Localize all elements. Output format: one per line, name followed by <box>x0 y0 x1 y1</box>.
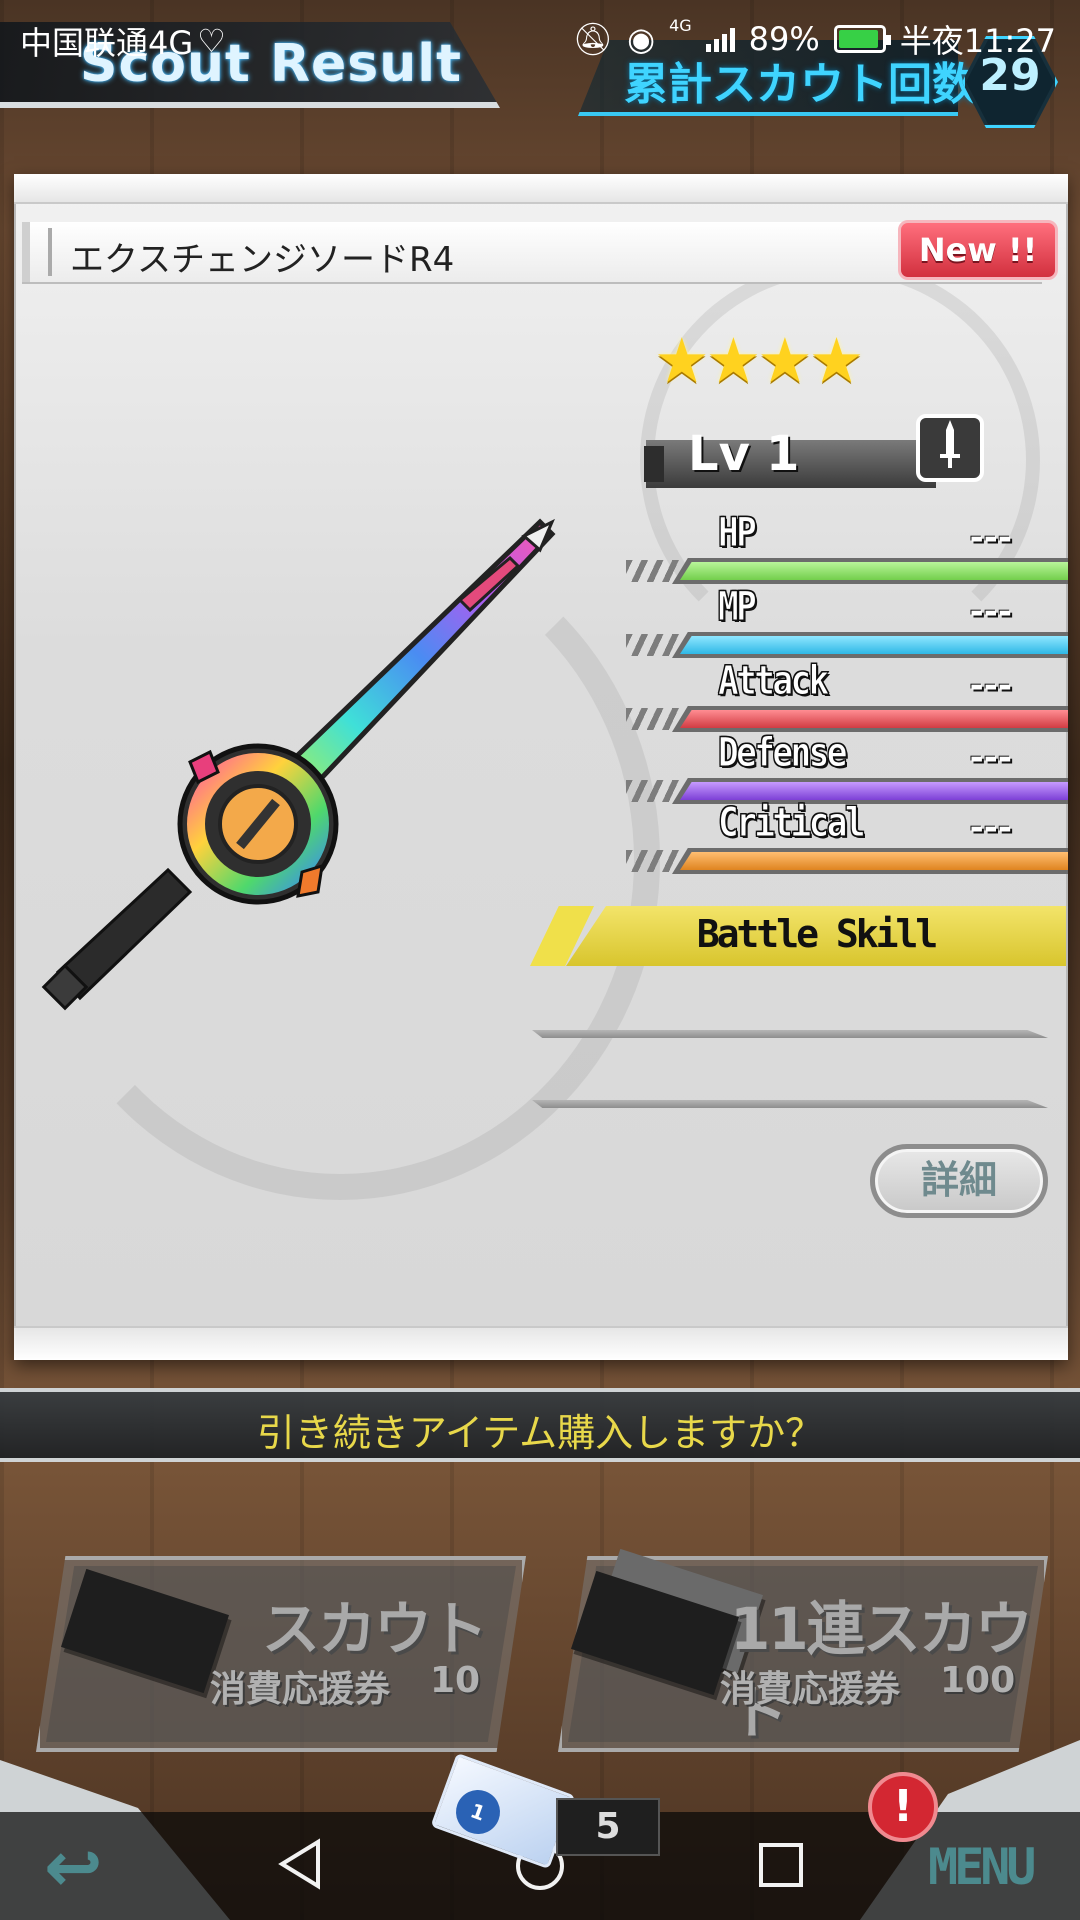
carrier-area: 中国联通4G ♡ <box>20 18 226 64</box>
nav-recents-icon[interactable] <box>758 1842 804 1892</box>
stat-value-critical: --- <box>969 808 1012 848</box>
scout-11-button-cost-label: 消費応援券 <box>720 1669 901 1710</box>
clock: 半夜11:27 <box>899 22 1056 60</box>
stat-value-mp: --- <box>969 592 1012 632</box>
sword-artwork <box>41 518 556 1011</box>
status-bar: 中国联通4G ♡ 🔕︎ ◉ 4G 89% 半夜11:27 <box>0 0 1080 72</box>
stat-fill-defense <box>680 782 1068 800</box>
sword-icon <box>916 414 984 482</box>
stat-row-defense: Defense --- <box>626 730 1068 810</box>
signal-icon <box>705 26 735 52</box>
prompt-text: 引き続きアイテム購入しますか？ <box>256 1411 824 1455</box>
scout-button-cost-value: 10 <box>430 1660 481 1701</box>
stat-value-defense: --- <box>969 738 1012 778</box>
scout-11-button-cost-value: 100 <box>940 1660 1016 1701</box>
stat-fill-critical <box>680 852 1068 870</box>
back-arrow-icon[interactable]: ↩ <box>44 1826 103 1908</box>
stat-value-attack: --- <box>969 666 1012 706</box>
rarity-stars: ★★★★ <box>654 324 864 397</box>
stat-value-hp: --- <box>969 518 1012 558</box>
heart-rate-icon: ♡ <box>197 22 226 60</box>
level-value: 1 <box>766 426 800 482</box>
scout-button-cost-label: 消費応援券 <box>210 1669 391 1710</box>
stat-row-mp: MP --- <box>626 584 1068 664</box>
level-bar-notch <box>644 446 664 482</box>
stat-label-hp: HP <box>718 510 758 557</box>
nav-back-icon[interactable] <box>276 1838 324 1894</box>
stat-fill-attack <box>680 710 1068 728</box>
menu-button[interactable]: MENU <box>928 1838 1036 1896</box>
card-bottom-band <box>14 1326 1068 1360</box>
eye-comfort-icon: ◉ <box>627 20 656 58</box>
stat-row-critical: Critical --- <box>626 800 1068 880</box>
notification-alert-icon[interactable]: ! <box>868 1772 938 1842</box>
stat-fill-mp <box>680 636 1068 654</box>
stat-row-attack: Attack --- <box>626 658 1068 738</box>
stat-label-attack: Attack <box>718 658 830 705</box>
network-type: 4G <box>669 16 692 35</box>
item-name: エクスチェンジソードR4 <box>70 240 455 280</box>
detail-button[interactable]: 詳細 <box>870 1144 1048 1218</box>
new-badge: New !! <box>898 220 1058 280</box>
carrier-label: 中国联通4G <box>20 24 194 62</box>
stat-label-mp: MP <box>718 584 758 631</box>
skill-line-2 <box>532 1100 1048 1108</box>
battery-icon <box>833 25 891 53</box>
ticket-count: 5 <box>556 1798 660 1856</box>
battle-skill-label: Battle Skill <box>696 912 939 956</box>
scout-button-title: スカウト <box>262 1595 488 1663</box>
stat-label-critical: Critical <box>718 800 866 847</box>
stat-row-hp: HP --- <box>626 510 1068 590</box>
card-top-band <box>14 174 1068 204</box>
stat-fill-hp <box>680 562 1068 580</box>
battery-percent: 89% <box>748 20 820 58</box>
stat-label-defense: Defense <box>718 730 848 777</box>
level-label: Lv <box>688 426 750 482</box>
skill-line-1 <box>532 1030 1048 1038</box>
status-icons: 🔕︎ ◉ 4G 89% 半夜11:27 <box>573 16 1056 62</box>
mute-icon: 🔕︎ <box>572 20 614 58</box>
